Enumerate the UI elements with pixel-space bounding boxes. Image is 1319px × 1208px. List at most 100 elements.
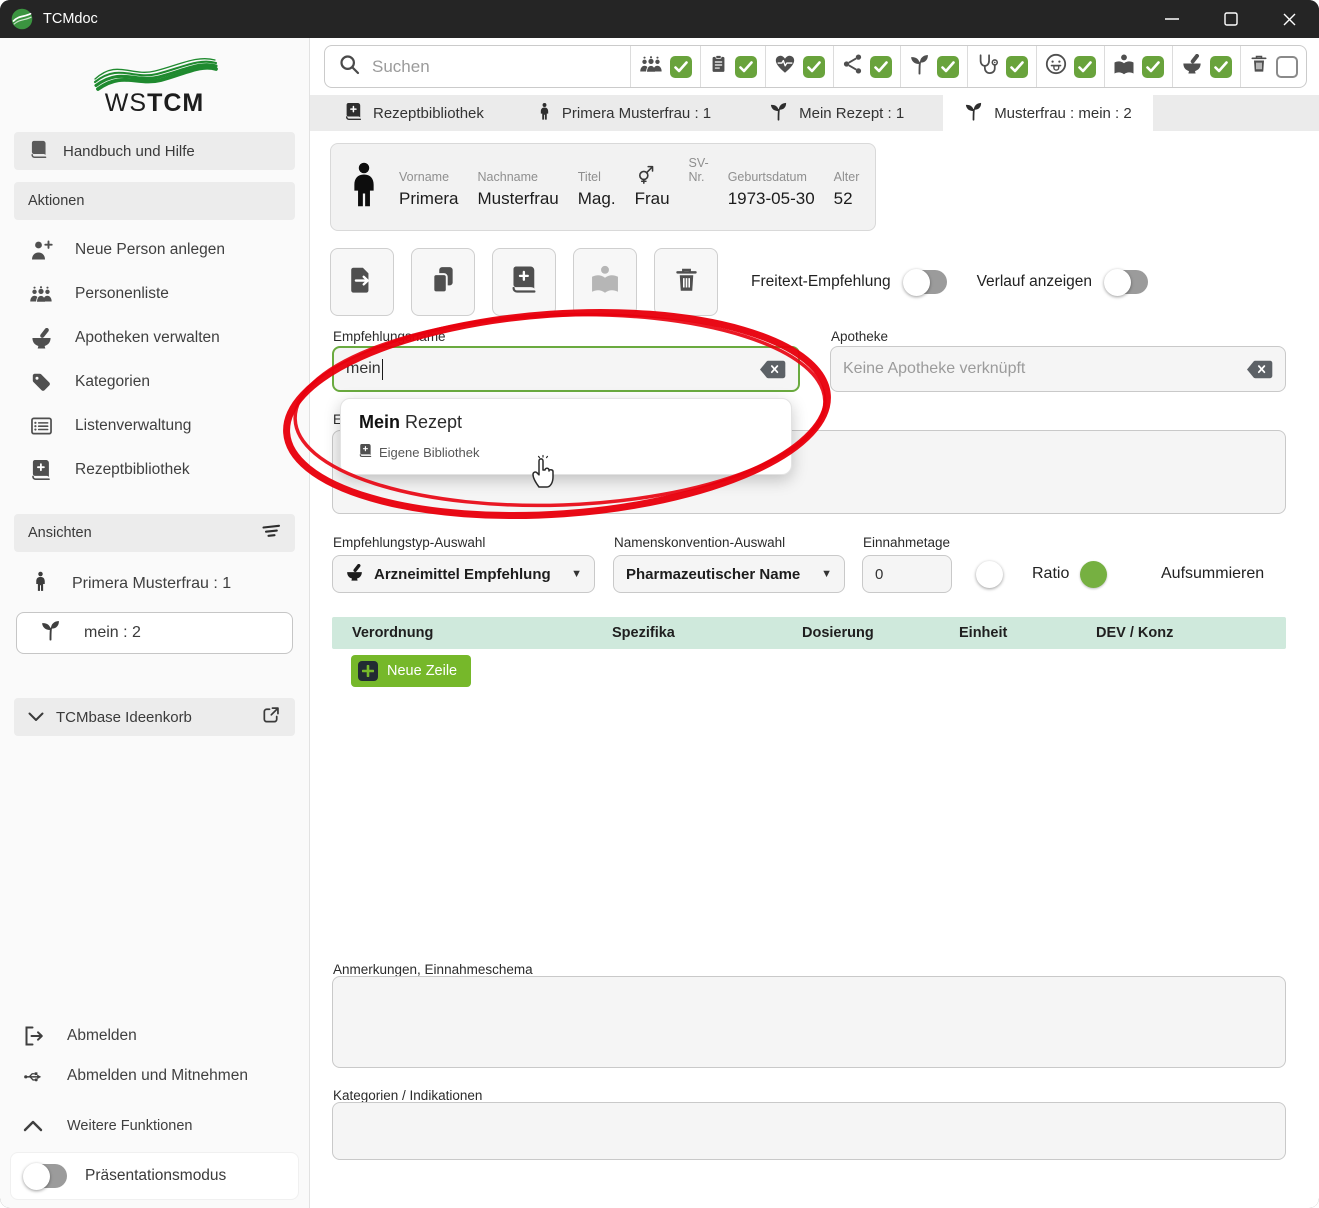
sidebar-item-abmelden-mitnehmen[interactable]: Abmelden und Mitnehmen <box>0 1056 309 1096</box>
trash-icon <box>1249 53 1269 80</box>
copy-icon <box>429 265 457 300</box>
external-link-icon[interactable] <box>261 705 281 729</box>
sidebar-view-person[interactable]: Primera Musterfrau : 1 <box>0 562 309 606</box>
heart-pulse-icon <box>774 54 796 79</box>
person-icon <box>538 102 551 125</box>
book-plus-icon <box>359 443 372 461</box>
field-alter: Alter52 <box>834 166 860 209</box>
person-reading-icon <box>590 265 620 299</box>
clear-input-icon[interactable] <box>759 360 786 379</box>
checkbox-checked-icon[interactable] <box>803 56 825 78</box>
filter-group-sprout[interactable] <box>900 46 967 87</box>
sprout-icon <box>964 102 983 125</box>
gender-icon <box>635 166 670 184</box>
sidebar-item-neue-person[interactable]: Neue Person anlegen <box>0 228 309 272</box>
checkbox-checked-icon[interactable] <box>1210 56 1232 78</box>
checkbox-checked-icon[interactable] <box>670 56 692 78</box>
text-caret <box>382 359 384 380</box>
tab-rezeptbibliothek[interactable]: Rezeptbibliothek <box>324 95 505 131</box>
presentation-mode-row: Präsentationsmodus <box>10 1152 299 1200</box>
main-panel: Suchen <box>310 38 1319 1208</box>
list-icon <box>28 416 54 436</box>
field-geschlecht: Frau <box>635 166 670 209</box>
people-group-icon <box>28 286 54 303</box>
mortar-pestle-icon <box>1181 54 1203 79</box>
verlauf-toggle-label: Verlauf anzeigen <box>977 273 1092 291</box>
sidebar-item-abmelden[interactable]: Abmelden <box>0 1016 309 1056</box>
tab-mein-rezept[interactable]: Mein Rezept : 1 <box>748 95 925 131</box>
filter-group-tongue[interactable] <box>1036 46 1104 87</box>
filter-group-people[interactable] <box>630 46 700 87</box>
new-row-button[interactable]: Neue Zeile <box>351 655 471 687</box>
filter-group-reading[interactable] <box>1104 46 1172 87</box>
presentation-mode-toggle[interactable] <box>25 1164 67 1188</box>
clipboard-icon <box>709 53 728 80</box>
checkbox-checked-icon[interactable] <box>937 56 959 78</box>
sidebar-item-handbuch[interactable]: Handbuch und Hilfe <box>14 132 295 170</box>
freitext-toggle[interactable] <box>905 270 947 294</box>
mortar-pestle-icon <box>345 564 364 585</box>
empfehlungstyp-select[interactable]: Arzneimittel Empfehlung ▼ <box>332 555 595 593</box>
verlauf-toggle[interactable] <box>1106 270 1148 294</box>
filter-group-heart[interactable] <box>765 46 833 87</box>
app-logo-icon <box>11 8 33 30</box>
column-header: Spezifika <box>592 625 782 641</box>
prescription-table-header: Verordnung Spezifika Dosierung Einheit D… <box>332 617 1286 649</box>
mortar-pestle-icon <box>28 328 54 349</box>
filter-group-mortar[interactable] <box>1172 46 1240 87</box>
kategorien-textarea[interactable] <box>332 1102 1286 1160</box>
person-reading-icon <box>1113 54 1135 80</box>
sidebar-item-apotheken[interactable]: Apotheken verwalten <box>0 316 309 360</box>
plus-icon <box>358 661 378 681</box>
checkbox-checked-icon[interactable] <box>735 56 757 78</box>
sidebar-item-rezeptbibliothek[interactable]: Rezeptbibliothek <box>0 448 309 492</box>
tab-musterfrau-mein[interactable]: Musterfrau : mein : 2 <box>943 95 1153 131</box>
clear-input-icon[interactable] <box>1246 360 1273 379</box>
search-input[interactable]: Suchen <box>325 54 630 80</box>
tab-bar: Rezeptbibliothek Primera Musterfrau : 1 … <box>310 95 1319 131</box>
checkbox-checked-icon[interactable] <box>1074 56 1096 78</box>
empfehlungsname-input[interactable]: mein <box>332 346 800 392</box>
maximize-button[interactable] <box>1201 0 1260 38</box>
sidebar-item-personenliste[interactable]: Personenliste <box>0 272 309 316</box>
sidebar-item-ideenkorb[interactable]: TCMbase Ideenkorb <box>14 698 295 736</box>
checkbox-checked-icon[interactable] <box>870 56 892 78</box>
logout-icon <box>20 1025 46 1047</box>
search-filter-bar: Suchen <box>324 45 1307 88</box>
sidebar-item-kategorien[interactable]: Kategorien <box>0 360 309 404</box>
minimize-button[interactable] <box>1142 0 1201 38</box>
sprout-icon <box>40 620 61 646</box>
anmerkungen-textarea[interactable] <box>332 976 1286 1068</box>
add-to-library-button[interactable] <box>492 248 556 316</box>
filter-sort-icon[interactable] <box>259 523 281 543</box>
suggestion-item[interactable]: Mein Rezept <box>359 412 773 433</box>
filter-group-stethoscope[interactable] <box>967 46 1036 87</box>
person-icon <box>347 162 381 213</box>
usb-icon <box>20 1066 46 1086</box>
close-button[interactable] <box>1260 0 1319 38</box>
book-plus-icon <box>511 265 537 299</box>
copy-recipe-button[interactable] <box>411 248 475 316</box>
filter-group-clipboard[interactable] <box>700 46 765 87</box>
suggestion-popup: Mein Rezept Eigene Bibliothek <box>340 398 792 475</box>
ratio-label: Ratio <box>1032 565 1069 583</box>
delete-recipe-button[interactable] <box>654 248 718 316</box>
sidebar-view-recipe[interactable]: mein : 2 <box>16 612 293 654</box>
export-recipe-button[interactable] <box>330 248 394 316</box>
filter-group-trash[interactable] <box>1240 46 1306 87</box>
tab-primera-musterfrau[interactable]: Primera Musterfrau : 1 <box>517 95 732 131</box>
checkbox-unchecked-icon[interactable] <box>1276 56 1298 78</box>
apotheke-label: Apotheke <box>831 329 888 344</box>
filter-group-share[interactable] <box>833 46 900 87</box>
suggestion-source: Eigene Bibliothek <box>359 443 773 461</box>
apotheke-input[interactable]: Keine Apotheke verknüpft <box>830 346 1286 392</box>
sidebar-item-weitere-funktionen[interactable]: Weitere Funktionen <box>0 1106 309 1146</box>
namenskonvention-select[interactable]: Pharmazeutischer Name ▼ <box>613 555 845 593</box>
book-plus-icon <box>28 459 54 481</box>
search-placeholder: Suchen <box>372 57 430 77</box>
checkbox-checked-icon[interactable] <box>1006 56 1028 78</box>
chevron-down-icon <box>28 709 44 726</box>
sidebar-item-listenverwaltung[interactable]: Listenverwaltung <box>0 404 309 448</box>
checkbox-checked-icon[interactable] <box>1142 56 1164 78</box>
einnahmetage-input[interactable]: 0 <box>862 555 952 593</box>
